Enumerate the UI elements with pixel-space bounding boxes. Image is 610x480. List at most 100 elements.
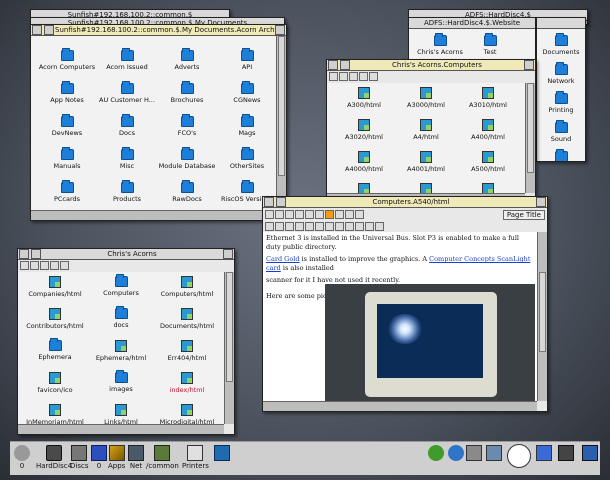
folder-item[interactable]: Manuals <box>37 147 97 170</box>
file-item[interactable]: A4/html <box>395 119 457 141</box>
filer-window-website[interactable]: ADFS::HardDisc4.$.Website Chris's Acorns… <box>408 17 536 62</box>
filer-window-acorn-archive[interactable]: Sunfish#192.168.100.2::common.$.My Docum… <box>30 24 287 221</box>
vertical-scrollbar[interactable] <box>224 272 234 424</box>
toolbar-tool[interactable] <box>365 221 374 231</box>
folder-item[interactable]: Chris's Acorns <box>415 33 465 56</box>
horizontal-scrollbar[interactable] <box>31 210 276 220</box>
folder-item[interactable]: Website <box>539 149 583 161</box>
iconbar-item-net[interactable]: Net <box>128 445 144 470</box>
file-item[interactable]: ABC/html <box>457 183 519 193</box>
iconbar-item-clock[interactable] <box>507 444 531 468</box>
iconbar-item-tools[interactable] <box>466 445 482 461</box>
folder-item[interactable]: Brochures <box>157 81 217 104</box>
folder-item[interactable]: App Notes <box>37 81 97 104</box>
file-item[interactable]: Computers/html <box>154 276 220 298</box>
toolbar-tool[interactable] <box>20 261 29 270</box>
toolbar-tool[interactable] <box>359 72 368 81</box>
toolbar-tool[interactable] <box>349 72 358 81</box>
toolbar-tool[interactable] <box>315 221 324 231</box>
iconbar-item-editor[interactable] <box>214 445 230 461</box>
folder-item[interactable]: Products <box>97 180 157 203</box>
link-card-gold[interactable]: Card Gold <box>266 255 300 263</box>
folder-item[interactable]: AU Customer H... <box>97 81 157 104</box>
back-button[interactable] <box>19 249 29 259</box>
toolbar-tool[interactable] <box>335 210 344 219</box>
file-item[interactable]: index/html <box>154 372 220 394</box>
toolbar-tool[interactable] <box>355 221 364 231</box>
bookmark-icon[interactable] <box>325 210 334 219</box>
file-item[interactable]: A540/html <box>395 183 457 193</box>
folder-item[interactable]: Ephemera <box>22 338 88 362</box>
iconbar-item-zero[interactable]: 0 <box>14 445 30 470</box>
folder-item[interactable]: Documents <box>539 33 583 56</box>
toolbar-tool[interactable] <box>345 210 354 219</box>
back-nav-icon[interactable] <box>265 210 274 219</box>
iconbar-item-common[interactable]: /common <box>146 445 179 470</box>
toolbar-tool[interactable] <box>345 221 354 231</box>
toolbar-tool[interactable] <box>325 221 334 231</box>
iconbar-item-task-manager[interactable] <box>582 445 598 461</box>
folder-item[interactable]: FCO's <box>157 114 217 137</box>
iconbar-item-display[interactable] <box>486 445 502 461</box>
toolbar-tool[interactable] <box>60 261 69 270</box>
file-item[interactable]: favicon/ico <box>22 372 88 394</box>
toolbar-tool[interactable] <box>355 210 364 219</box>
toolbar-tool[interactable] <box>339 72 348 81</box>
toolbar-tool[interactable] <box>50 261 59 270</box>
folder-item[interactable]: Printing <box>539 91 583 114</box>
vertical-scrollbar[interactable] <box>525 83 535 193</box>
folder-item[interactable]: Acorn Issued <box>97 48 157 71</box>
vertical-scrollbar[interactable] <box>537 232 547 401</box>
toolbar-tool[interactable] <box>375 221 384 231</box>
iconbar-item-apps[interactable]: Apps <box>108 445 125 470</box>
file-item[interactable]: A4001/html <box>395 151 457 173</box>
toolbar-tool[interactable] <box>315 210 324 219</box>
toolbar-tool[interactable] <box>369 72 378 81</box>
file-item[interactable]: A5000/html <box>333 183 395 193</box>
folder-item[interactable]: Test <box>465 33 515 56</box>
horizontal-scrollbar[interactable] <box>18 424 224 434</box>
filer-window-side[interactable]: Documents Network Printing Sound Website <box>536 17 586 162</box>
page-title-button[interactable]: Page Title <box>502 209 545 220</box>
folder-item[interactable]: Sound <box>539 120 583 143</box>
close-button[interactable] <box>44 25 54 35</box>
folder-item[interactable]: CGNews <box>217 81 276 104</box>
folder-item[interactable]: RawDocs <box>157 180 217 203</box>
toolbar-tool[interactable] <box>40 261 49 270</box>
toolbar-tool[interactable] <box>329 72 338 81</box>
close-button[interactable] <box>31 249 41 259</box>
horizontal-scrollbar[interactable] <box>263 401 537 411</box>
toolbar-tool[interactable] <box>295 221 304 231</box>
folder-item[interactable]: images <box>88 370 154 394</box>
toggle-size-button[interactable] <box>536 197 546 207</box>
folder-item[interactable]: Network <box>539 62 583 85</box>
folder-item[interactable]: Computers <box>88 274 154 298</box>
filer-window-chris-acorns[interactable]: Chris's Acorns Companies/html Computers Co… <box>17 248 235 435</box>
file-item[interactable]: Contributors/html <box>22 308 88 330</box>
filer-window-computers[interactable]: Chris's Acorns.Computers A300/html A3000/… <box>326 59 536 204</box>
home-icon[interactable] <box>285 210 294 219</box>
toolbar-tool[interactable] <box>265 221 274 231</box>
iconbar-item-frog[interactable] <box>428 445 444 461</box>
folder-item[interactable]: OtherSites <box>217 147 276 170</box>
toolbar-tool[interactable] <box>335 221 344 231</box>
vertical-scrollbar[interactable] <box>276 36 286 210</box>
iconbar-item-printers[interactable]: Printers <box>182 445 209 470</box>
file-item[interactable]: A300/html <box>333 87 395 109</box>
toggle-size-button[interactable] <box>223 249 233 259</box>
iconbar-item-harddisc4[interactable]: HardDisc4 <box>36 445 72 470</box>
stop-icon[interactable] <box>305 210 314 219</box>
toolbar-tool[interactable] <box>275 221 284 231</box>
file-item[interactable]: Documents/html <box>154 308 220 330</box>
close-button[interactable] <box>276 197 286 207</box>
iconbar-item-discs[interactable]: Discs <box>70 445 88 470</box>
file-item[interactable]: A3000/html <box>395 87 457 109</box>
folder-item[interactable]: docs <box>88 306 154 330</box>
folder-item[interactable]: Adverts <box>157 48 217 71</box>
file-item[interactable]: A500/html <box>457 151 519 173</box>
folder-item[interactable]: PCcards <box>37 180 97 203</box>
browser-window[interactable]: Computers.A540/html Page Title Ethernet … <box>262 196 548 412</box>
folder-item[interactable]: API <box>217 48 276 71</box>
toggle-size-button[interactable] <box>524 60 534 70</box>
close-button[interactable] <box>340 60 350 70</box>
